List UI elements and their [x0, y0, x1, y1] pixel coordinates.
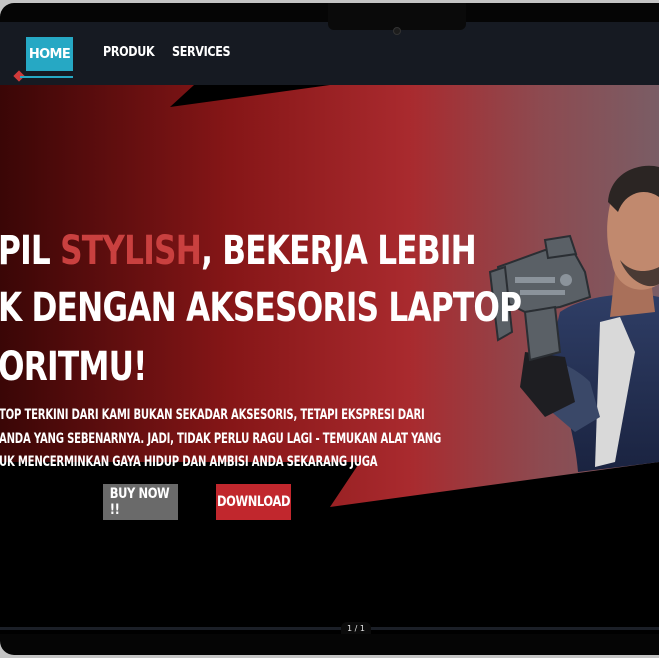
device-frame: HOME PRODUK SERVICES PIL STYLISH, BEKERJ…	[0, 0, 659, 658]
download-label: DOWNLOAD	[216, 494, 291, 510]
hero-body-line-3: UK MENCERMINKAN GAYA HIDUP DAN AMBISI AN…	[0, 454, 378, 470]
hero-headline-line-2: K DENGAN AKSESORIS LAPTOP	[0, 285, 522, 331]
hero-body-line-1: TOP TERKINI DARI KAMI BUKAN SEKADAR AKSE…	[0, 407, 425, 423]
laptop-bezel: HOME PRODUK SERVICES PIL STYLISH, BEKERJ…	[0, 3, 659, 655]
hero-headline-line-3: ORITMU!	[0, 344, 147, 390]
hero-body-line-2: ANDA YANG SEBENARNYA. JADI, TIDAK PERLU …	[0, 431, 442, 447]
nav-services-link[interactable]: SERVICES	[172, 45, 231, 67]
slide-bar	[0, 627, 659, 630]
hero-headline-line-1: PIL STYLISH, BEKERJA LEBIH	[0, 228, 477, 274]
webcam-icon	[393, 27, 401, 35]
buy-now-button[interactable]: BUY NOW !!	[103, 484, 178, 520]
page-indicator: 1 / 1	[341, 622, 371, 634]
nav-produk-link[interactable]: PRODUK	[103, 45, 155, 67]
headline-prefix: PIL	[0, 228, 61, 274]
headline-accent-word: STYLISH	[60, 228, 202, 274]
nav-active-underline	[20, 76, 73, 78]
headline-suffix: , BEKERJA LEBIH	[201, 228, 477, 274]
download-button[interactable]: DOWNLOAD	[216, 484, 291, 520]
navbar: HOME PRODUK SERVICES	[0, 22, 659, 85]
camera-notch	[328, 3, 466, 30]
nav-home-link[interactable]: HOME	[26, 37, 73, 71]
buy-now-label: BUY NOW !!	[109, 486, 170, 518]
screen: HOME PRODUK SERVICES PIL STYLISH, BEKERJ…	[0, 22, 659, 634]
